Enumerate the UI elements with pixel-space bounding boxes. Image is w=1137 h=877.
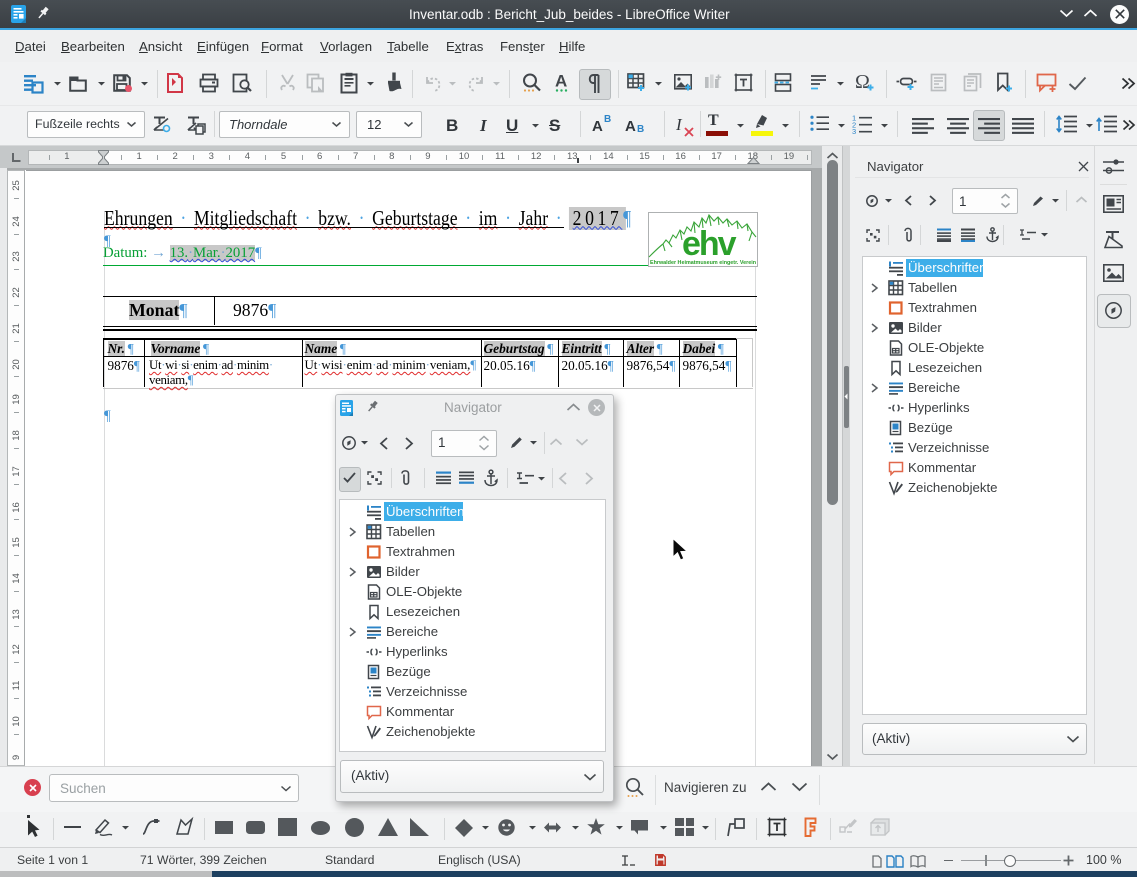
svg-text:A: A <box>555 72 567 91</box>
svg-text:ehv: ehv <box>682 225 737 263</box>
svg-text:3: 3 <box>852 127 856 136</box>
svg-text:Ω: Ω <box>855 71 870 93</box>
svg-text:Ehrwalder Heimatmuseum eingetr: Ehrwalder Heimatmuseum eingetr. Verein <box>650 260 756 266</box>
